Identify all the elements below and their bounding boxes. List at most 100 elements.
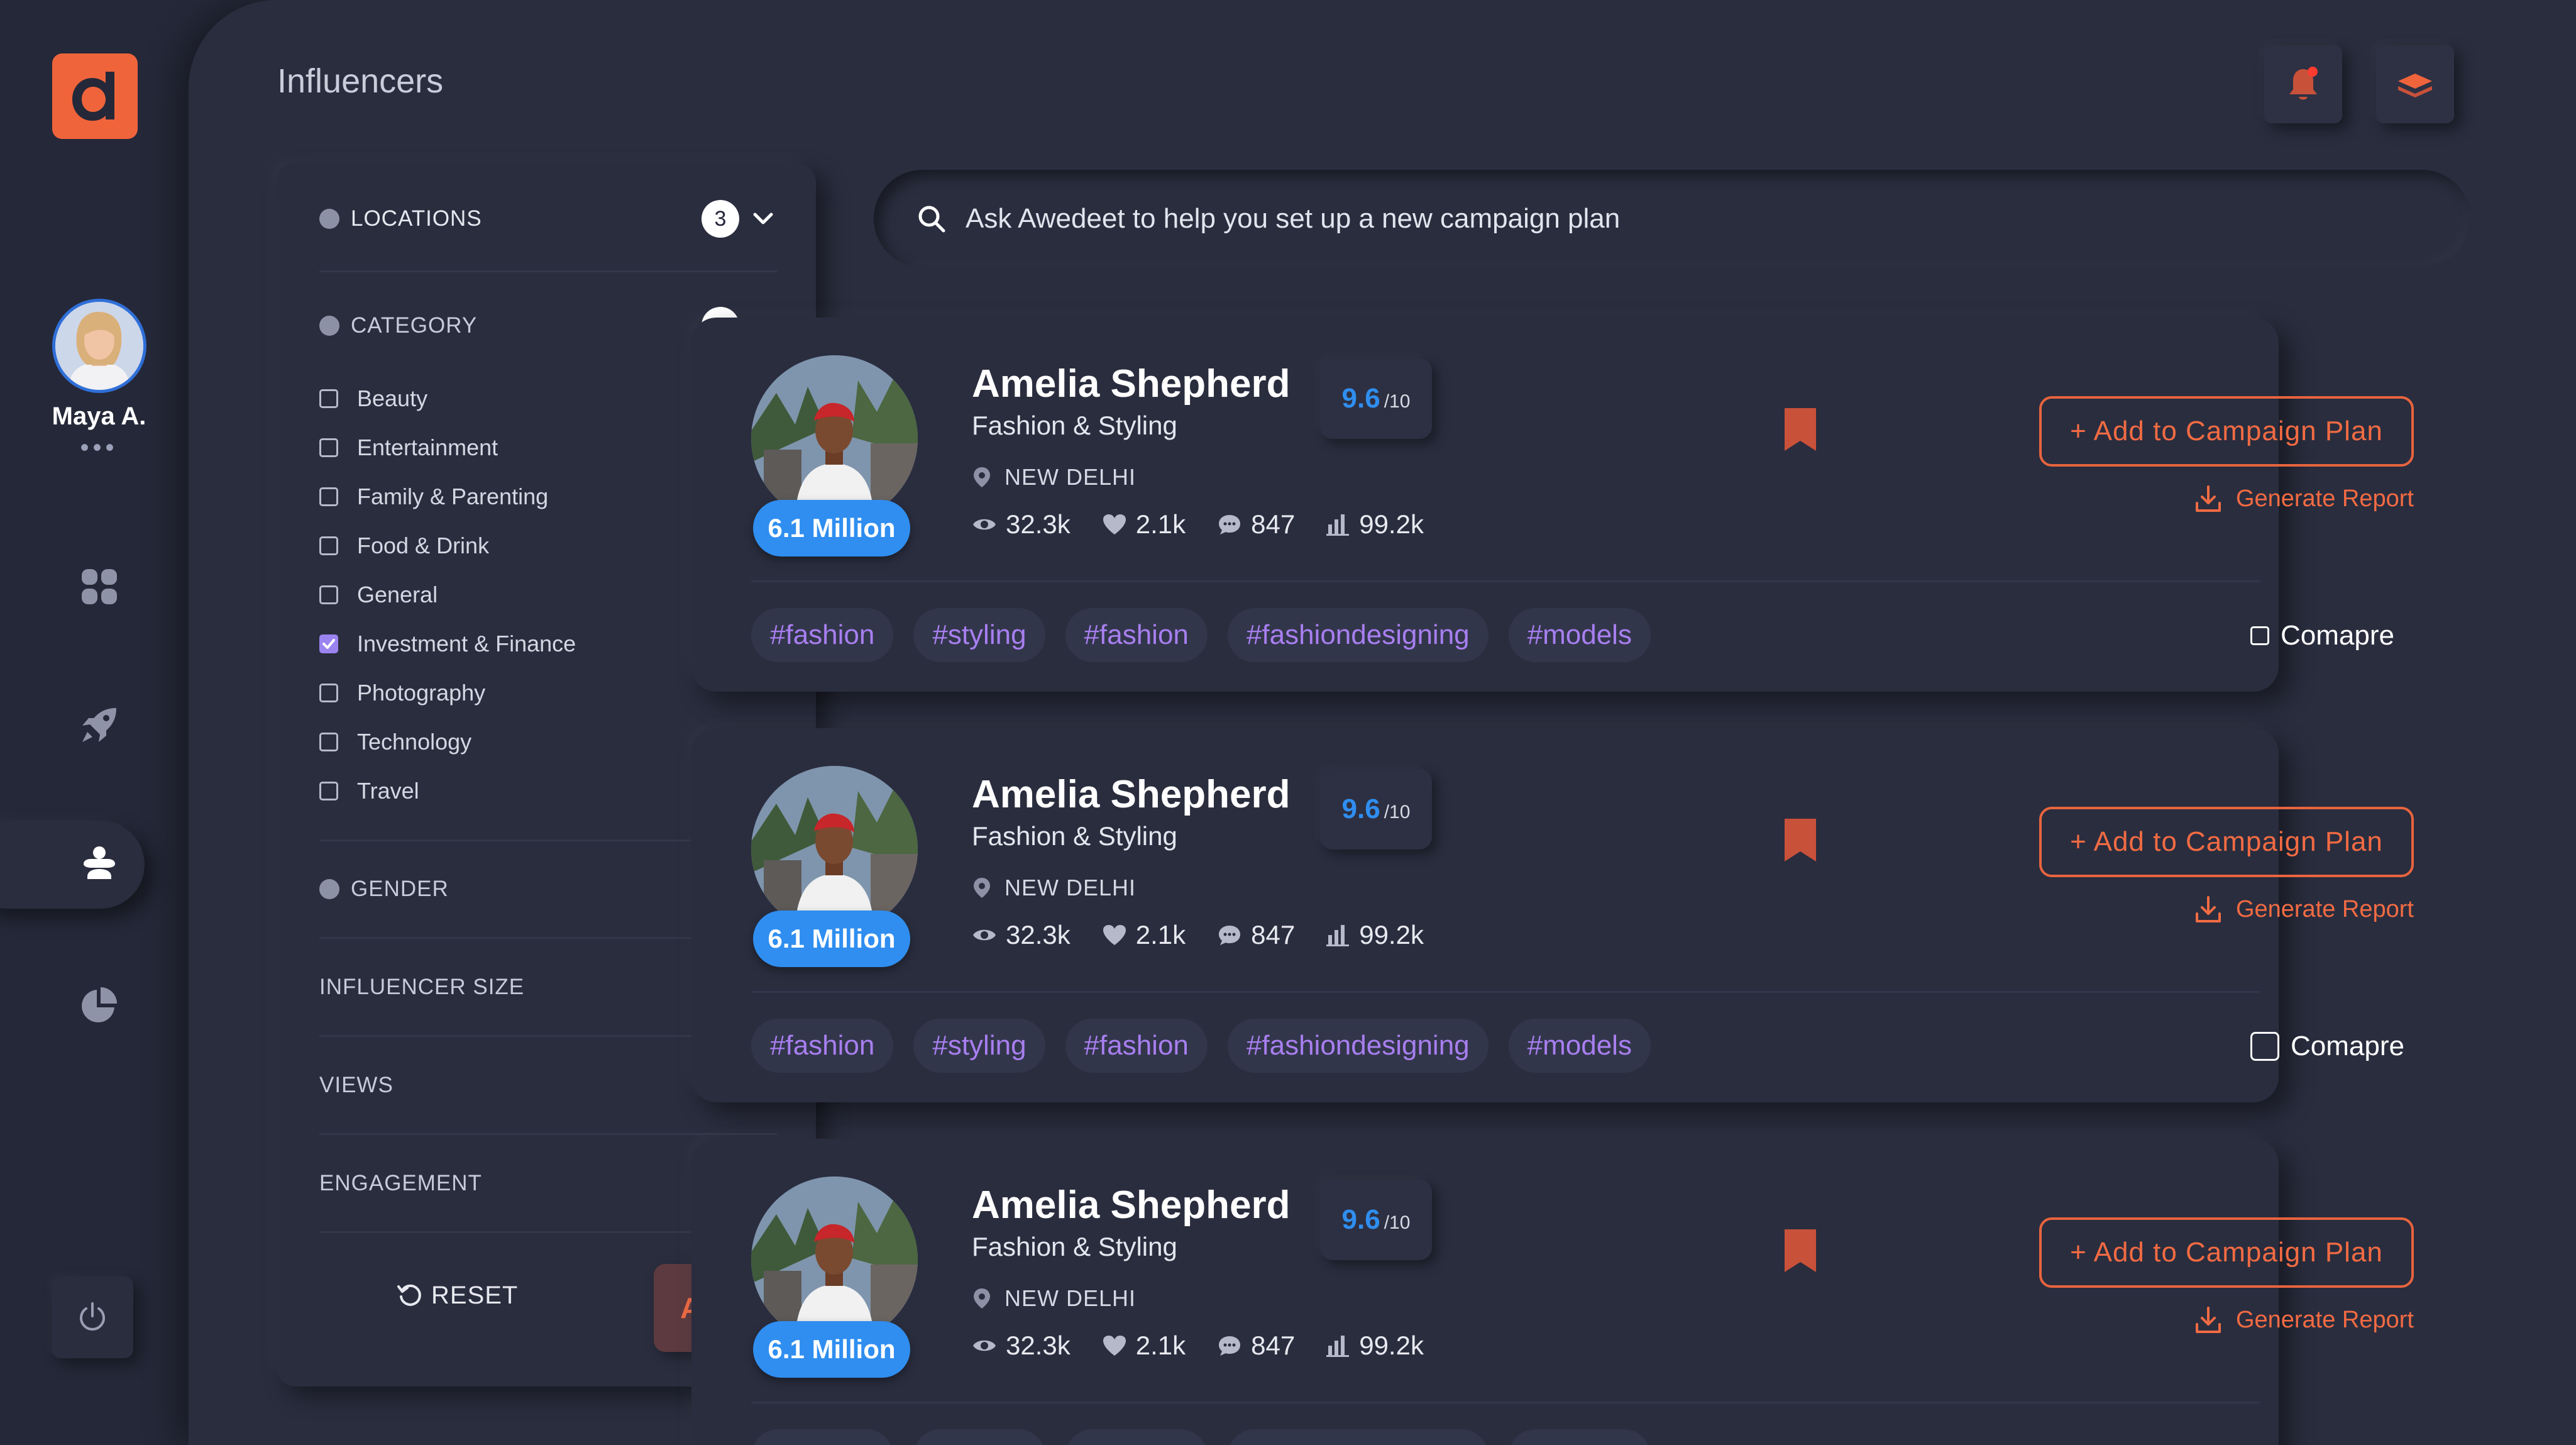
logout-button[interactable] [52,1276,133,1358]
dashboard-icon[interactable] [72,560,126,614]
hashtag-chip[interactable]: #models [1508,1019,1651,1073]
hashtag-chip[interactable]: #styling [913,1429,1045,1445]
left-rail: Maya A. ••• [0,0,189,1445]
influencer-avatar[interactable] [751,766,918,933]
check-icon [322,639,335,649]
category-option-investment-finance[interactable]: Investment & Finance [319,625,576,663]
score-value: 9.6 [1341,794,1380,824]
hashtag-chip[interactable]: #fashion [751,1019,894,1073]
bookmark-icon[interactable] [1782,816,1819,864]
search-icon [918,206,945,232]
hashtag-chip[interactable]: #models [1508,608,1651,662]
category-option-travel[interactable]: Travel [319,772,419,810]
filter-locations-label: LOCATIONS [351,206,482,231]
rocket-icon[interactable] [72,698,126,752]
location-pin-icon [974,1288,990,1309]
reset-button[interactable]: RESET [396,1273,518,1317]
checkbox[interactable] [319,438,338,457]
checkbox[interactable] [319,585,338,604]
search-placeholder: Ask Awedeet to help you set up a new cam… [966,202,1621,234]
hashtag-chip[interactable]: #fashiondesigning [1227,1019,1489,1073]
comments-stat: 847 [1217,509,1295,540]
compare-toggle[interactable]: Comapre [2250,1029,2404,1064]
hashtag-chip[interactable]: #fashion [1065,608,1208,662]
layers-button[interactable] [2376,45,2454,123]
influencer-name[interactable]: Amelia Shepherd [972,772,1290,817]
user-avatar[interactable] [52,299,146,393]
add-to-campaign-button[interactable]: + Add to Campaign Plan [2039,1217,2414,1288]
influencer-photo [751,355,918,522]
generate-report-label: Generate Report [2235,485,2414,512]
likes-value: 2.1k [1135,509,1186,539]
checkbox[interactable] [319,782,338,800]
category-option-general[interactable]: General [319,576,438,614]
influencer-avatar[interactable] [751,355,918,522]
hashtag-chip[interactable]: #fashion [751,1429,894,1445]
compare-toggle[interactable]: Comapre [2250,1439,2394,1445]
compare-toggle[interactable]: Comapre [2250,618,2394,653]
influencer-name[interactable]: Amelia Shepherd [972,1183,1290,1227]
hashtag-chip[interactable]: #fashiondesigning [1227,608,1489,662]
views-value: 32.3k [1006,920,1071,949]
compare-checkbox[interactable] [2250,1032,2279,1061]
generate-report-link[interactable]: Generate Report [2125,895,2414,924]
filter-locations-header[interactable]: LOCATIONS 3 [319,200,777,238]
chevron-down-icon[interactable] [749,205,777,233]
views-value: 32.3k [1006,1331,1071,1360]
generate-report-label: Generate Report [2235,1306,2414,1333]
checkbox[interactable] [319,487,338,506]
score-max: /10 [1384,1212,1411,1233]
campaign-search-input[interactable]: Ask Awedeet to help you set up a new cam… [874,170,2470,267]
influencer-location: NEW DELHI [972,1285,1136,1312]
checkbox-checked[interactable] [319,634,338,653]
category-option-photography[interactable]: Photography [319,674,485,712]
hashtag-chip[interactable]: #fashiondesigning [1227,1429,1489,1445]
category-option-food-drink[interactable]: Food & Drink [319,527,489,565]
bookmark-icon[interactable] [1782,406,1819,453]
compare-checkbox[interactable] [2250,626,2269,645]
influencer-name[interactable]: Amelia Shepherd [972,362,1290,406]
filter-category-label: CATEGORY [351,313,478,338]
checkbox[interactable] [319,684,338,702]
hashtag-chip[interactable]: #fashion [751,608,894,662]
category-option-label: Travel [357,778,419,804]
notifications-button[interactable] [2264,45,2342,123]
generate-report-link[interactable]: Generate Report [2125,484,2414,513]
heart-icon [1103,514,1126,534]
category-option-beauty[interactable]: Beauty [319,380,427,418]
bar-chart-icon [1326,925,1350,946]
add-to-campaign-button[interactable]: + Add to Campaign Plan [2039,807,2414,877]
checkbox[interactable] [319,389,338,408]
category-option-entertainment[interactable]: Entertainment [319,429,498,467]
influencer-score: 9.6 /10 [1320,769,1432,850]
user-avatar-image [55,302,143,390]
hashtag-chip[interactable]: #fashion [1065,1019,1208,1073]
user-menu-more-icon[interactable]: ••• [0,434,198,462]
checkbox[interactable] [319,536,338,555]
category-option-technology[interactable]: Technology [319,723,471,761]
generate-report-link[interactable]: Generate Report [2125,1305,2414,1334]
location-label: NEW DELHI [1005,1285,1137,1311]
influencer-card: 6.1 Million Amelia Shepherd Fashion & St… [691,318,2414,692]
locations-count-badge: 3 [702,200,739,238]
influencers-icon[interactable] [72,838,126,892]
bookmark-icon[interactable] [1782,1227,1819,1275]
heart-icon [1103,1336,1126,1356]
add-to-campaign-button[interactable]: + Add to Campaign Plan [2039,396,2414,467]
comments-value: 847 [1251,1331,1296,1360]
reset-icon [397,1284,421,1306]
logo-mark-icon [72,72,114,121]
hashtag-chip[interactable]: #models [1508,1429,1651,1445]
category-option-family-parenting[interactable]: Family & Parenting [319,478,548,516]
pie-chart-icon[interactable] [72,978,126,1032]
hashtag-chip[interactable]: #styling [913,608,1045,662]
hashtag-chip[interactable]: #fashion [1065,1429,1208,1445]
hashtag-chip[interactable]: #styling [913,1019,1045,1073]
reach-value: 99.2k [1359,920,1424,949]
reach-value: 99.2k [1359,1331,1424,1360]
likes-value: 2.1k [1135,920,1186,949]
checkbox[interactable] [319,733,338,751]
app-logo[interactable] [52,53,138,139]
filter-divider [319,1133,777,1135]
influencer-avatar[interactable] [751,1176,918,1343]
